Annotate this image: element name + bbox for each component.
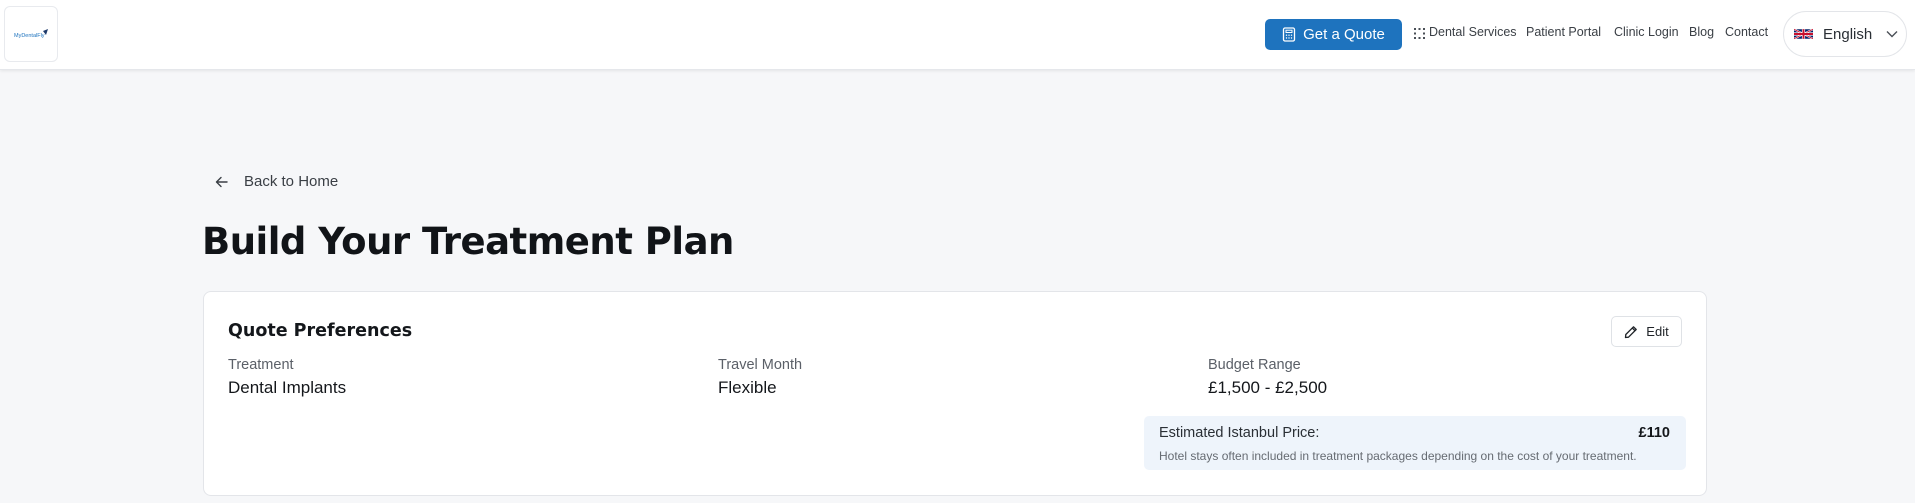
treatment-value: Dental Implants (228, 378, 347, 397)
page-title: Build Your Treatment Plan (202, 220, 734, 263)
estimated-price-value: £110 (1638, 425, 1670, 441)
site-logo[interactable]: MyDentalFly (4, 6, 58, 62)
treatment-field: Treatment Dental Implants (228, 357, 346, 398)
chevron-down-icon (1886, 31, 1898, 38)
language-selector[interactable]: English (1783, 11, 1907, 57)
back-to-home-link[interactable]: Back to Home (215, 173, 338, 190)
back-to-home-label: Back to Home (244, 173, 339, 190)
budget-range-field: Budget Range £1,500 - £2,500 (1208, 357, 1327, 398)
nav-clinic-login[interactable]: Clinic Login (1614, 25, 1679, 39)
treatment-label: Treatment (228, 357, 294, 373)
quote-preferences-card: Quote Preferences Edit Treatment Dental … (203, 291, 1707, 496)
estimated-price-box: Estimated Istanbul Price: £110 Hotel sta… (1144, 416, 1686, 470)
calculator-icon (1282, 27, 1296, 42)
grid-dots-icon (1414, 28, 1425, 39)
uk-flag-icon (1794, 28, 1813, 40)
arrow-left-icon (215, 176, 228, 187)
logo-text: MyDentalFly (14, 33, 45, 39)
logo-mark-icon: MyDentalFly (14, 29, 48, 39)
travel-month-value: Flexible (718, 378, 777, 397)
card-title: Quote Preferences (228, 321, 413, 341)
travel-month-label: Travel Month (718, 357, 803, 373)
nav-contact[interactable]: Contact (1725, 25, 1768, 39)
estimated-price-label: Estimated Istanbul Price: (1159, 425, 1320, 441)
nav-patient-portal[interactable]: Patient Portal (1526, 25, 1601, 39)
estimated-price-note: Hotel stays often included in treatment … (1159, 449, 1637, 463)
edit-label: Edit (1646, 324, 1669, 339)
get-a-quote-button[interactable]: Get a Quote (1265, 19, 1402, 50)
top-header: MyDentalFly Get a Quote Dental Services … (0, 0, 1915, 70)
travel-month-field: Travel Month Flexible (718, 357, 802, 398)
nav-dental-services[interactable]: Dental Services (1429, 25, 1517, 39)
budget-range-value: £1,500 - £2,500 (1208, 378, 1328, 397)
language-label: English (1823, 25, 1873, 43)
budget-range-label: Budget Range (1208, 357, 1301, 373)
nav-blog[interactable]: Blog (1689, 25, 1714, 39)
get-a-quote-label: Get a Quote (1303, 26, 1385, 43)
pencil-icon (1625, 325, 1638, 338)
edit-button[interactable]: Edit (1611, 316, 1682, 347)
